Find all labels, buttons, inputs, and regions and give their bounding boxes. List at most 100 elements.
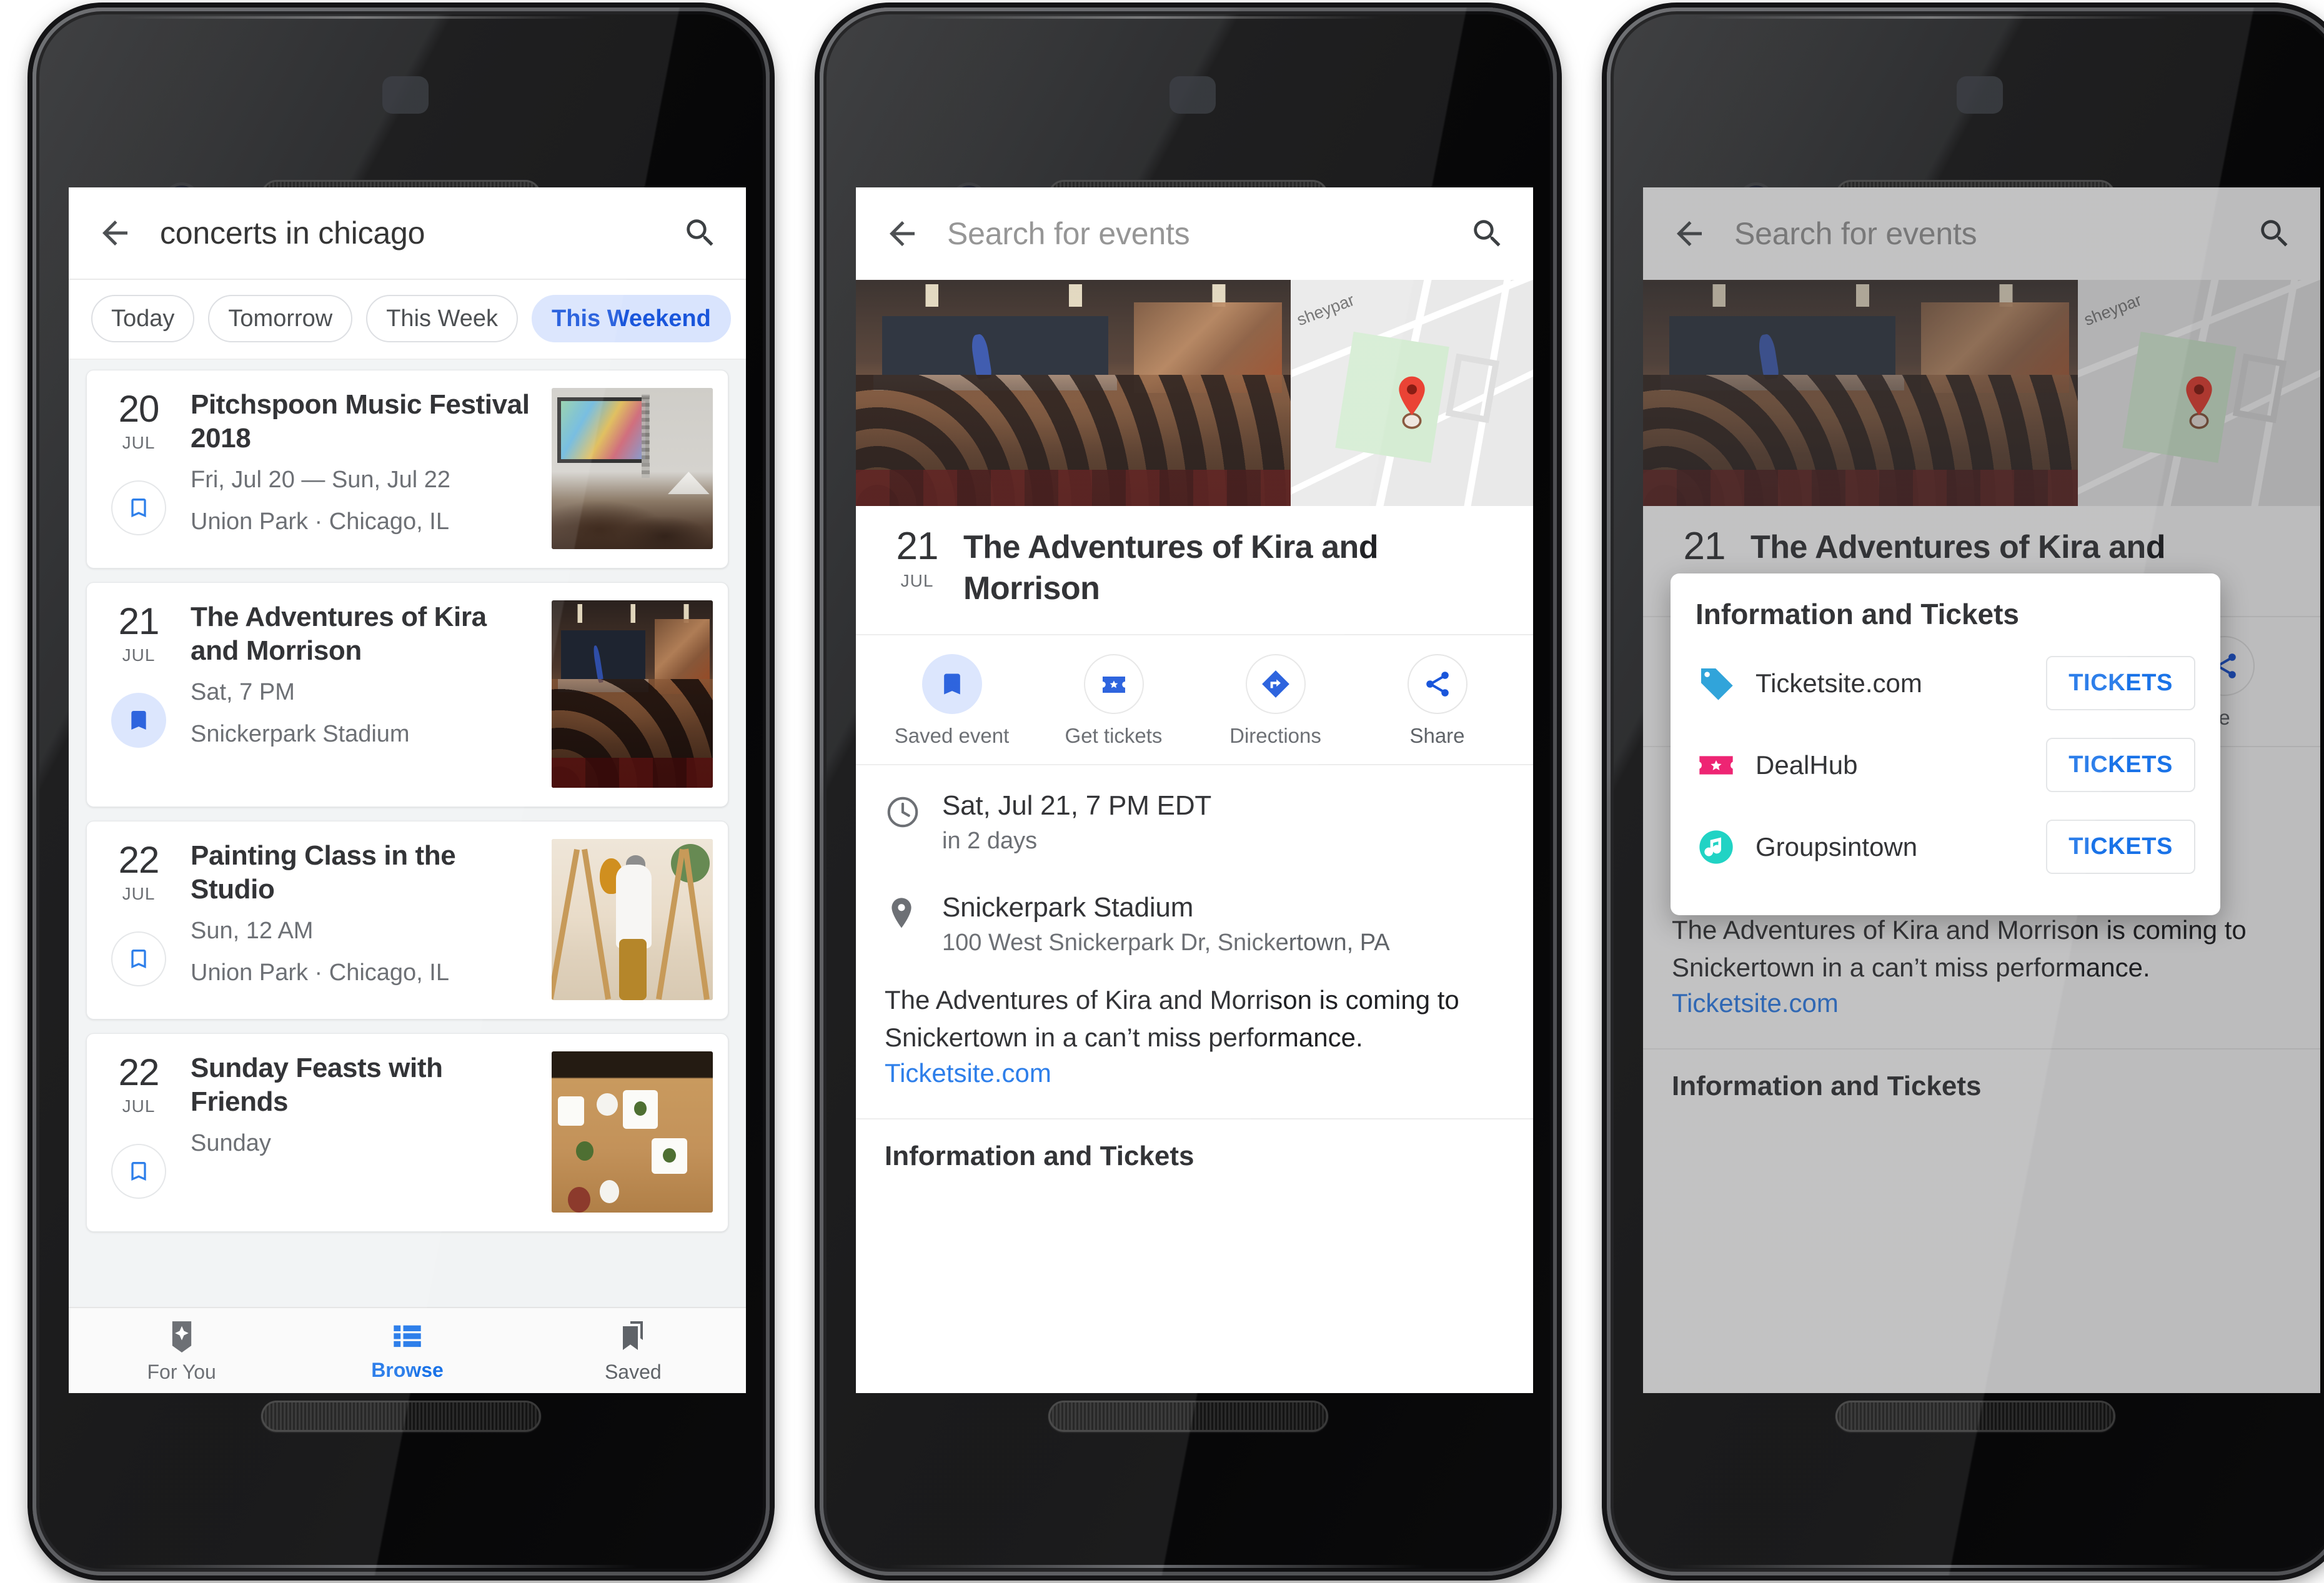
action-circle: [921, 654, 982, 715]
event-title: Painting Class in the Studio: [191, 840, 456, 905]
event-title: Pitchspoon Music Festival 2018: [191, 389, 530, 454]
event-date-block: 22 JUL: [102, 1051, 176, 1213]
event-action-row: Saved event Get tickets Directions Share: [856, 634, 1533, 766]
chip-this-weekend[interactable]: This Weekend: [532, 295, 731, 342]
bookmark-outline-icon: [131, 950, 146, 968]
event-description-block: The Adventures of Kira and Morrison is c…: [856, 960, 1533, 1118]
event-day: 21: [118, 600, 160, 642]
nav-label: Saved: [604, 1360, 662, 1383]
bookmark-button[interactable]: [111, 931, 166, 986]
screenshot-canvas: concerts in chicago Today Tomorrow This …: [0, 0, 2324, 1583]
search-app-bar: Search for events: [856, 187, 1533, 280]
map-street-label: sheypar: [1294, 290, 1357, 329]
event-day: 22: [118, 839, 160, 881]
event-thumbnail: [552, 388, 713, 549]
music-note-icon: [1696, 826, 1737, 868]
event-month: JUL: [122, 884, 156, 903]
nav-tab-browse[interactable]: Browse: [294, 1320, 520, 1382]
tickets-button[interactable]: TICKETS: [2046, 820, 2195, 874]
event-list[interactable]: 20 JUL Pitchspoon Music Festival 2018 Fr…: [69, 360, 746, 1313]
event-venue-line: Union Park · Chicago, IL: [191, 959, 449, 986]
bookmark-button-saved[interactable]: [111, 693, 166, 748]
action-label: Saved event: [894, 724, 1010, 748]
event-thumbnail: [552, 600, 713, 788]
event-description: The Adventures of Kira and Morrison is c…: [885, 985, 1459, 1052]
event-month: JUL: [900, 571, 934, 590]
event-date-block: 21 JUL: [883, 527, 951, 591]
search-icon[interactable]: [1469, 216, 1506, 252]
phone-bottom-hairline: [101, 1565, 638, 1568]
information-and-tickets-heading: Information and Tickets: [856, 1118, 1533, 1193]
ticket-provider-row: Ticketsite.com TICKETS: [1696, 642, 2195, 724]
event-title: The Adventures of Kira and Morrison: [191, 602, 487, 666]
tickets-button[interactable]: TICKETS: [2046, 738, 2195, 792]
event-text-block: Sunday Feasts with Friends Sunday: [176, 1051, 552, 1213]
event-date-line: Sun, 12 AM: [191, 918, 314, 945]
provider-name: Ticketsite.com: [1755, 668, 1922, 698]
proximity-sensor: [1957, 76, 2003, 114]
action-directions[interactable]: Directions: [1194, 654, 1356, 748]
event-month: JUL: [122, 433, 156, 452]
action-share[interactable]: Share: [1356, 654, 1518, 748]
event-list-item[interactable]: 20 JUL Pitchspoon Music Festival 2018 Fr…: [86, 370, 728, 568]
bottom-speaker: [261, 1401, 541, 1432]
event-venue-text: Snickerpark Stadium 100 West Snickerpark…: [926, 892, 1504, 956]
event-venue-line: Snickerpark Stadium: [191, 720, 410, 747]
list-icon: [394, 1325, 421, 1347]
chip-today[interactable]: Today: [91, 295, 195, 342]
search-app-bar: concerts in chicago: [69, 187, 746, 280]
nav-tab-saved[interactable]: Saved: [520, 1318, 746, 1384]
chip-this-week[interactable]: This Week: [366, 295, 519, 342]
ticket-star-icon: [1696, 745, 1737, 786]
back-arrow-icon[interactable]: [96, 214, 134, 252]
chip-tomorrow[interactable]: Tomorrow: [208, 295, 353, 342]
action-get-tickets[interactable]: Get tickets: [1033, 654, 1194, 748]
search-icon[interactable]: [682, 215, 718, 251]
phone-top-hairline: [907, 16, 1382, 19]
nav-label: Browse: [371, 1358, 444, 1381]
bookmark-button[interactable]: [111, 480, 166, 535]
action-saved-event[interactable]: Saved event: [871, 654, 1033, 748]
event-time-text: Sat, Jul 21, 7 PM EDT in 2 days: [926, 790, 1504, 855]
bottom-speaker: [1048, 1401, 1328, 1432]
bookmark-outline-icon: [131, 499, 146, 517]
event-date-line: Fri, Jul 20 — Sun, Jul 22: [191, 467, 451, 494]
event-description-link[interactable]: Ticketsite.com: [885, 1058, 1504, 1088]
phone-1-device: concerts in chicago Today Tomorrow This …: [32, 7, 770, 1576]
event-venue-main: Snickerpark Stadium: [942, 892, 1194, 923]
proximity-sensor: [1169, 76, 1216, 114]
sparkle-bookmark-icon: [172, 1321, 191, 1352]
location-pin-icon: [885, 892, 926, 935]
event-text-block: The Adventures of Kira and Morrison Sat,…: [176, 600, 552, 788]
action-circle: [1083, 654, 1144, 715]
map-pin-icon: [1393, 375, 1431, 433]
event-hero-map[interactable]: sheypar: [1291, 280, 1533, 506]
back-arrow-icon[interactable]: [883, 215, 921, 252]
bookmark-filled-icon: [131, 711, 146, 730]
ticket-star-icon: [1102, 677, 1125, 693]
event-title: Sunday Feasts with Friends: [191, 1053, 443, 1117]
double-bookmark-icon: [623, 1321, 643, 1350]
event-list-item[interactable]: 22 JUL Painting Class in the Studio Sun,…: [86, 821, 728, 1020]
phone-top-hairline: [120, 16, 595, 19]
event-date-block: 20 JUL: [102, 388, 176, 549]
event-hero-photo[interactable]: [856, 280, 1291, 506]
event-time-main: Sat, Jul 21, 7 PM EDT: [942, 790, 1212, 821]
event-date-line: Sat, 7 PM: [191, 679, 295, 706]
event-thumbnail: [552, 839, 713, 1000]
phone-top-hairline: [1694, 16, 2169, 19]
event-day: 21: [896, 525, 939, 568]
event-date-line: Sunday: [191, 1130, 271, 1157]
event-list-item[interactable]: 22 JUL Sunday Feasts with Friends Sunday: [86, 1033, 728, 1232]
search-input[interactable]: concerts in chicago: [160, 215, 682, 251]
event-hero: sheypar: [856, 280, 1533, 506]
bottom-navigation-bar: For You Browse Saved: [69, 1307, 746, 1393]
proximity-sensor: [382, 76, 429, 114]
bookmark-button[interactable]: [111, 1144, 166, 1199]
search-input[interactable]: Search for events: [947, 216, 1469, 252]
nav-tab-for-you[interactable]: For You: [69, 1318, 294, 1384]
event-list-item[interactable]: 21 JUL The Adventures of Kira and Morris…: [86, 582, 728, 807]
bookmark-outline-icon: [131, 1162, 146, 1181]
page-title: The Adventures of Kira and Morrison: [963, 529, 1379, 607]
tickets-button[interactable]: TICKETS: [2046, 656, 2195, 710]
